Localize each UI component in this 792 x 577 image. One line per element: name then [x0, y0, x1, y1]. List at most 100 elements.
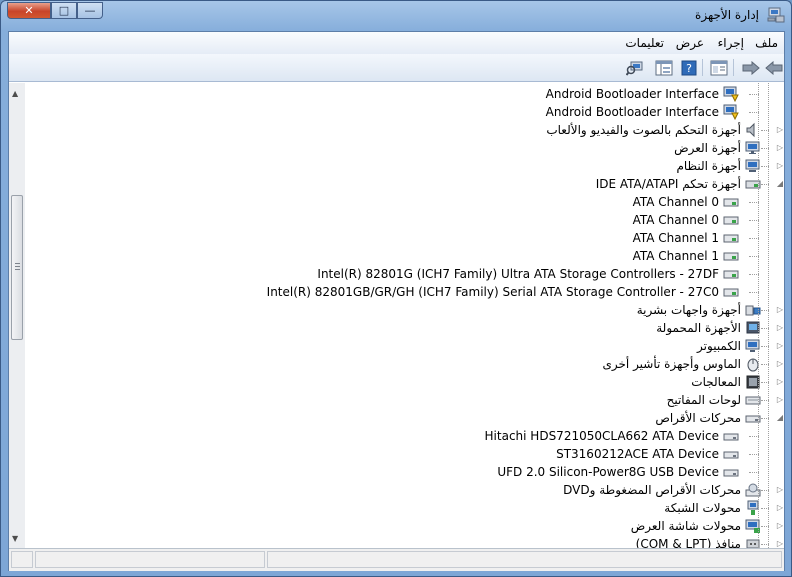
tree-category-item[interactable]: ▷ الكمبيوتر [25, 337, 783, 355]
tree-connector-line [761, 382, 769, 383]
tree-item-label: أجهزة العرض [674, 141, 741, 155]
tree-connector-line [761, 544, 769, 545]
tree-category-item[interactable]: ▷ أجهزة التحكم بالصوت والفيديو والألعاب [25, 121, 783, 139]
scan-hardware-icon[interactable] [625, 58, 645, 77]
status-panel [35, 551, 265, 568]
tree-item-label: Hitachi HDS721050CLA662 ATA Device [484, 429, 719, 443]
scroll-thumb[interactable] [11, 195, 23, 340]
expand-arrow-icon[interactable]: ▷ [777, 395, 783, 404]
tree-connector-line [761, 130, 769, 131]
client-area: ملف إجراء عرض تعليمات ? ▲ ▼ Android Boot… [8, 31, 785, 571]
tree-category-item[interactable]: ◢ محركات الأقراص [25, 409, 783, 427]
expand-arrow-icon[interactable]: ▷ [777, 521, 783, 530]
expand-arrow-icon[interactable]: ▷ [777, 143, 783, 152]
tree-item-label: أجهزة تحكم IDE ATA/ATAPI [595, 177, 741, 191]
help-icon[interactable]: ? [679, 58, 699, 77]
tree-item-label: أجهزة التحكم بالصوت والفيديو والألعاب [546, 123, 741, 137]
tree-device-item[interactable]: Intel(R) 82801GB/GR/GH (ICH7 Family) Ser… [25, 283, 783, 301]
tree-connector-line [761, 418, 769, 419]
tree-device-item[interactable]: ATA Channel 1 [25, 247, 783, 265]
forward-arrow-icon[interactable] [741, 58, 761, 77]
tree-category-item[interactable]: ▷ منافذ (COM & LPT) [25, 535, 783, 548]
tree-connector-line [761, 490, 769, 491]
expand-arrow-icon[interactable]: ▷ [777, 503, 783, 512]
hard-disk-icon [723, 433, 739, 441]
tree-connector-line [761, 166, 769, 167]
tree-category-item[interactable]: ▷ الأجهزة المحمولة [25, 319, 783, 337]
tree-item-label: ATA Channel 0 [632, 213, 719, 227]
tree-device-item[interactable]: UFD 2.0 Silicon-Power8G USB Device [25, 463, 783, 481]
close-button[interactable]: ✕ [7, 2, 51, 19]
toolbar: ? [9, 54, 784, 82]
tree-device-item[interactable]: Android Bootloader Interface [25, 103, 783, 121]
toolbar-separator [702, 59, 703, 76]
menu-file[interactable]: ملف [755, 36, 778, 50]
collapse-arrow-icon[interactable]: ◢ [777, 179, 783, 188]
tree-item-label: أجهزة النظام [676, 159, 741, 173]
tree-device-item[interactable]: Android Bootloader Interface [25, 85, 783, 103]
tree-item-label: محولات الشبكة [664, 501, 741, 515]
tree-category-item[interactable]: ◢ أجهزة تحكم IDE ATA/ATAPI [25, 175, 783, 193]
menu-action[interactable]: إجراء [718, 36, 744, 50]
expand-arrow-icon[interactable]: ▷ [777, 377, 783, 386]
vertical-scrollbar[interactable]: ▲ ▼ [9, 83, 26, 548]
tree-category-item[interactable]: ▷ أجهزة النظام [25, 157, 783, 175]
tree-category-item[interactable]: ▷ محولات شاشة العرض [25, 517, 783, 535]
expand-arrow-icon[interactable]: ▷ [777, 305, 783, 314]
expand-arrow-icon[interactable]: ▷ [777, 341, 783, 350]
menu-view[interactable]: عرض [676, 36, 704, 50]
expand-arrow-icon[interactable]: ▷ [777, 323, 783, 332]
tree-connector-line [761, 346, 769, 347]
hard-disk-icon [723, 469, 739, 477]
tree-device-item[interactable]: ATA Channel 0 [25, 193, 783, 211]
scroll-up-button[interactable]: ▲ [12, 89, 18, 98]
expand-arrow-icon[interactable]: ▷ [777, 539, 783, 548]
tree-device-item[interactable]: Intel(R) 82801G (ICH7 Family) Ultra ATA … [25, 265, 783, 283]
minimize-button[interactable]: — [77, 2, 103, 19]
tree-category-item[interactable]: ▷ الماوس وأجهزة تأشير أخرى [25, 355, 783, 373]
title-bar[interactable]: إدارة الأجهزة ✕ □ — [1, 1, 791, 31]
expand-arrow-icon[interactable]: ▷ [777, 485, 783, 494]
tree-item-label: UFD 2.0 Silicon-Power8G USB Device [497, 465, 719, 479]
expand-arrow-icon[interactable]: ▷ [777, 125, 783, 134]
android-device-warning-icon [723, 104, 739, 120]
expand-arrow-icon[interactable]: ▷ [777, 161, 783, 170]
tree-item-label: Intel(R) 82801G (ICH7 Family) Ultra ATA … [317, 267, 719, 281]
scroll-grip-line [15, 266, 20, 267]
status-panel [11, 551, 33, 568]
tree-category-item[interactable]: ▷ لوحات المفاتيح [25, 391, 783, 409]
hard-disk-icon [723, 451, 739, 459]
menu-help[interactable]: تعليمات [625, 36, 664, 50]
tree-device-item[interactable]: ATA Channel 0 [25, 211, 783, 229]
maximize-button[interactable]: □ [51, 2, 77, 19]
tree-category-item[interactable]: ▷ المعالجات [25, 373, 783, 391]
tree-connector-line [758, 83, 759, 548]
tree-item-label: الأجهزة المحمولة [656, 321, 741, 335]
tree-item-label: الماوس وأجهزة تأشير أخرى [602, 357, 741, 371]
tree-item-label: ATA Channel 1 [632, 231, 719, 245]
console-tree-icon[interactable] [654, 58, 674, 77]
tree-item-label: محركات الأقراص [655, 411, 741, 425]
device-tree: Android Bootloader Interface Android Boot… [25, 83, 783, 548]
scroll-grip-line [15, 269, 20, 270]
tree-item-label: أجهزة واجهات بشرية [636, 303, 741, 317]
tree-device-item[interactable]: Hitachi HDS721050CLA662 ATA Device [25, 427, 783, 445]
collapse-arrow-icon[interactable]: ◢ [777, 413, 783, 422]
tree-device-item[interactable]: ATA Channel 1 [25, 229, 783, 247]
scroll-down-button[interactable]: ▼ [12, 534, 18, 543]
tree-item-label: الكمبيوتر [697, 339, 741, 353]
tree-category-item[interactable]: ▷ أجهزة العرض [25, 139, 783, 157]
ide-channel-icon [723, 216, 739, 225]
ide-channel-icon [723, 234, 739, 243]
tree-connector-line [761, 400, 769, 401]
tree-device-item[interactable]: ST3160212ACE ATA Device [25, 445, 783, 463]
ide-channel-icon [723, 252, 739, 261]
properties-icon[interactable] [709, 58, 729, 77]
expand-arrow-icon[interactable]: ▷ [777, 359, 783, 368]
window-controls: ✕ □ — [7, 2, 103, 20]
tree-category-item[interactable]: ▷ محركات الأقراص المضغوطة وDVD [25, 481, 783, 499]
tree-connector-line [761, 508, 769, 509]
tree-category-item[interactable]: ▷ أجهزة واجهات بشرية [25, 301, 783, 319]
tree-category-item[interactable]: ▷ محولات الشبكة [25, 499, 783, 517]
back-arrow-icon[interactable] [764, 58, 784, 77]
